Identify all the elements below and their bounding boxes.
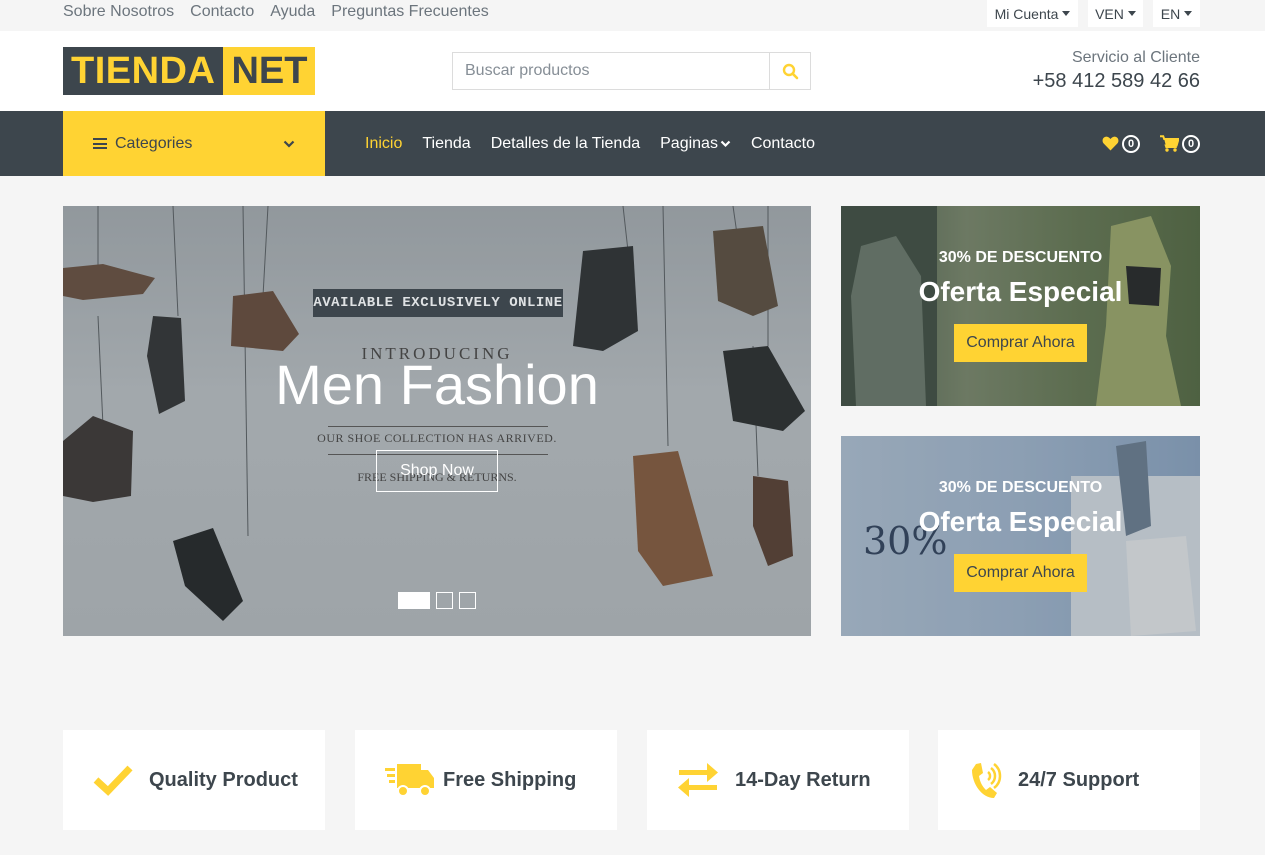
logo[interactable]: TIENDA NET bbox=[63, 47, 316, 95]
cart-button[interactable]: 0 bbox=[1160, 134, 1200, 153]
search-input[interactable] bbox=[453, 53, 769, 89]
cart-icon bbox=[1160, 135, 1179, 152]
exchange-icon bbox=[678, 763, 718, 797]
chevron-down-icon bbox=[720, 140, 731, 147]
check-icon bbox=[93, 765, 133, 796]
buy-now-button[interactable]: Comprar Ahora bbox=[954, 554, 1087, 592]
offer-discount: 30% DE DESCUENTO bbox=[938, 479, 1103, 496]
nav-icons: 0 0 bbox=[1102, 111, 1200, 176]
chevron-down-icon bbox=[283, 140, 295, 148]
carousel-overlay bbox=[63, 206, 811, 636]
account-label: Mi Cuenta bbox=[994, 5, 1059, 22]
header: TIENDA NET Servicio al Cliente +58 412 5… bbox=[0, 31, 1265, 111]
search-bar bbox=[452, 52, 811, 90]
buy-now-button[interactable]: Comprar Ahora bbox=[954, 324, 1087, 362]
logo-part-a: TIENDA bbox=[63, 47, 224, 95]
nav-item-inicio[interactable]: Inicio bbox=[365, 135, 402, 153]
cart-count: 0 bbox=[1182, 134, 1200, 153]
search-button[interactable] bbox=[769, 53, 810, 89]
caret-down-icon bbox=[1184, 11, 1193, 16]
truck-icon bbox=[385, 764, 434, 797]
nav-menu: Inicio Tienda Detalles de la Tienda Pagi… bbox=[365, 111, 815, 176]
link-faq[interactable]: Preguntas Frecuentes bbox=[331, 2, 488, 22]
caret-down-icon bbox=[1127, 11, 1136, 16]
main-nav: Categories Inicio Tienda Detalles de la … bbox=[0, 111, 1265, 176]
caret-down-icon bbox=[1062, 11, 1071, 16]
menu-icon bbox=[93, 136, 107, 152]
offer-title: Oferta Especial bbox=[918, 506, 1123, 537]
phone-volume-icon bbox=[972, 763, 1002, 798]
offer-discount: 30% DE DESCUENTO bbox=[938, 249, 1103, 266]
nav-item-detalles[interactable]: Detalles de la Tienda bbox=[491, 135, 640, 153]
carousel-dot-1[interactable] bbox=[398, 592, 430, 609]
feature-label: Quality Product bbox=[149, 768, 298, 791]
top-links: Sobre Nosotros Contacto Ayuda Preguntas … bbox=[63, 2, 489, 22]
nav-item-paginas[interactable]: Paginas bbox=[660, 135, 731, 153]
feature-support: 24/7 Support bbox=[938, 730, 1200, 830]
nav-item-tienda[interactable]: Tienda bbox=[422, 135, 470, 153]
search-icon bbox=[782, 63, 798, 79]
language-dropdown[interactable]: EN bbox=[1153, 0, 1200, 27]
offer-card-2: 30% 30% DE DESCUENTO Oferta Especial Com… bbox=[841, 436, 1200, 636]
hero-carousel[interactable]: AVAILABLE EXCLUSIVELY ONLINE INTRODUCING… bbox=[63, 206, 811, 636]
nav-item-contacto[interactable]: Contacto bbox=[751, 135, 815, 153]
link-contact[interactable]: Contacto bbox=[190, 2, 254, 22]
carousel-indicators bbox=[398, 592, 476, 609]
carousel-ribbon: AVAILABLE EXCLUSIVELY ONLINE bbox=[313, 289, 563, 317]
language-label: EN bbox=[1160, 5, 1181, 22]
offer-card-1: 30% DE DESCUENTO Oferta Especial Comprar… bbox=[841, 206, 1200, 406]
feature-label: 24/7 Support bbox=[1018, 768, 1140, 791]
feature-quality: Quality Product bbox=[63, 730, 325, 830]
service-label: Servicio al Cliente bbox=[1071, 49, 1200, 66]
feature-return: 14-Day Return bbox=[647, 730, 909, 830]
link-about[interactable]: Sobre Nosotros bbox=[63, 2, 174, 22]
carousel-dot-2[interactable] bbox=[436, 592, 453, 609]
currency-label: VEN bbox=[1095, 5, 1124, 22]
top-bar: Sobre Nosotros Contacto Ayuda Preguntas … bbox=[0, 0, 1265, 31]
logo-part-b: NET bbox=[223, 47, 316, 95]
categories-label: Categories bbox=[115, 134, 193, 152]
offer-title: Oferta Especial bbox=[918, 276, 1123, 307]
wishlist-count: 0 bbox=[1122, 134, 1140, 153]
carousel-dot-3[interactable] bbox=[459, 592, 476, 609]
carousel-title: Men Fashion bbox=[275, 353, 599, 416]
customer-service: Servicio al Cliente +58 412 589 42 66 bbox=[1033, 49, 1200, 93]
phone-number: +58 412 589 42 66 bbox=[1032, 70, 1200, 92]
divider bbox=[328, 426, 548, 427]
carousel-collection: OUR SHOE COLLECTION HAS ARRIVED. bbox=[317, 431, 557, 445]
feature-label: 14-Day Return bbox=[735, 768, 871, 791]
categories-toggle[interactable]: Categories bbox=[63, 111, 325, 176]
currency-dropdown[interactable]: VEN bbox=[1088, 0, 1143, 27]
account-dropdown[interactable]: Mi Cuenta bbox=[987, 0, 1078, 27]
heart-icon bbox=[1102, 136, 1119, 151]
shop-now-button[interactable]: Shop Now bbox=[376, 450, 498, 492]
wishlist-button[interactable]: 0 bbox=[1102, 134, 1140, 153]
feature-label: Free Shipping bbox=[443, 768, 577, 791]
nav-item-paginas-label: Paginas bbox=[660, 134, 718, 152]
feature-shipping: Free Shipping bbox=[355, 730, 617, 830]
link-help[interactable]: Ayuda bbox=[270, 2, 315, 22]
